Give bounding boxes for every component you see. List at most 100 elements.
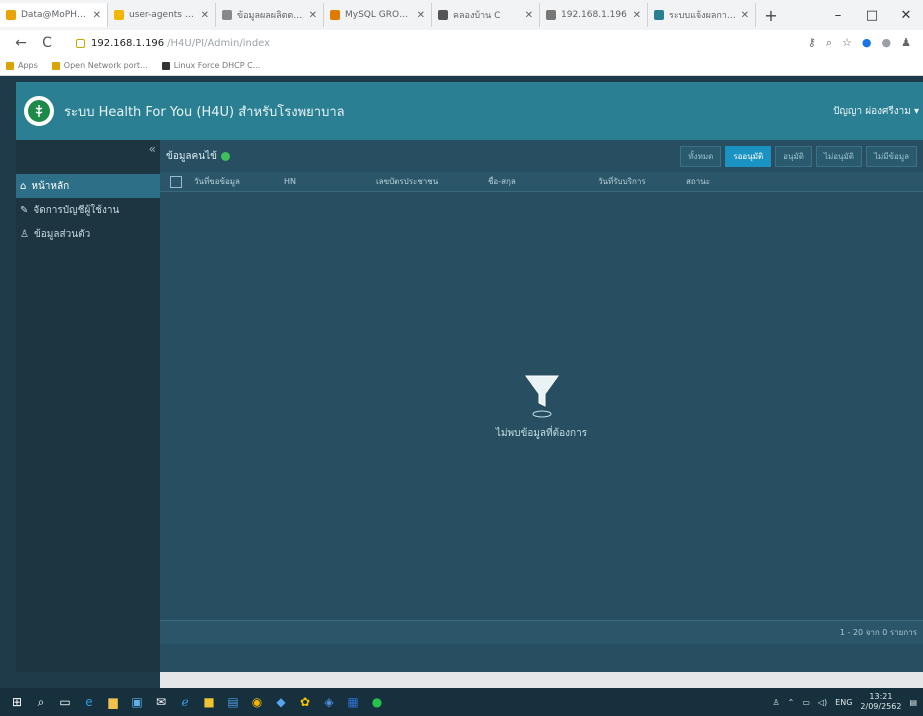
tab-close-icon[interactable]: ✕	[525, 10, 533, 21]
tab-close-icon[interactable]: ✕	[93, 10, 101, 21]
bookmarks-bar: Apps Open Network port... Linux Force DH…	[0, 56, 923, 76]
tab-title: คลองบ้าน C	[453, 11, 501, 21]
back-button[interactable]: ←	[8, 35, 34, 51]
bookmark-item[interactable]: Apps	[6, 61, 38, 70]
sidebar-menu: ⌂ หน้าหลัก ✎ จัดการบัญชีผู้ใช้งาน ♙ ข้อม…	[16, 174, 160, 246]
browser-tab[interactable]: MySQL GROUP_CO ✕	[324, 3, 432, 27]
extension-icon[interactable]: ●	[862, 36, 872, 50]
column-header[interactable]: สถานะ	[682, 175, 782, 188]
filter-rejected-button[interactable]: ไม่อนุมัติ	[815, 145, 862, 167]
tab-title: MySQL GROUP_CO	[345, 10, 413, 20]
logo-emblem	[28, 100, 50, 122]
tab-close-icon[interactable]: ✕	[309, 10, 317, 21]
empty-state: ไม่พบข้อมูลที่ต้องการ	[160, 370, 923, 441]
tab-close-icon[interactable]: ✕	[201, 10, 209, 21]
people-icon[interactable]: ♙	[772, 698, 779, 707]
column-header[interactable]: เลขบัตรประชาชน	[372, 175, 484, 188]
extension-bar: ⚷ ⌕ ☆ ● ● ♟	[808, 36, 911, 50]
sidebar-collapse-button[interactable]: «	[149, 142, 156, 156]
bookmark-label: Apps	[18, 61, 38, 70]
tab-favicon-icon	[6, 10, 16, 20]
sidebar-item-label: ข้อมูลส่วนตัว	[33, 228, 91, 240]
bookmark-item[interactable]: Linux Force DHCP C...	[161, 61, 261, 70]
app-title: ระบบ Health For You (H4U) สำหรับโรงพยาบา…	[64, 104, 345, 120]
filter-all-button[interactable]: ทั้งหมด	[680, 145, 722, 167]
store-icon[interactable]: ▣	[128, 693, 146, 711]
tab-close-icon[interactable]: ✕	[417, 10, 425, 21]
star-icon[interactable]: ☆	[842, 36, 852, 50]
extension-icon[interactable]: ●	[882, 36, 892, 50]
sidebar-item-home[interactable]: ⌂ หน้าหลัก	[16, 174, 160, 198]
sidebar-item-profile[interactable]: ♙ ข้อมูลส่วนตัว	[16, 222, 160, 246]
bookmark-label: Open Network port...	[63, 61, 148, 70]
horizontal-scrollbar[interactable]	[160, 672, 923, 688]
mail-icon[interactable]: ✉	[152, 693, 170, 711]
browser-tab-strip: Data@MoPH Front ✕ user-agents - nom ✕ ข้…	[0, 0, 923, 30]
close-window-button[interactable]: ✕	[889, 8, 923, 23]
key-icon[interactable]: ⚷	[808, 36, 816, 50]
ie-icon[interactable]: ℯ	[176, 693, 194, 711]
app-icon[interactable]: ◆	[272, 693, 290, 711]
tab-close-icon[interactable]: ✕	[741, 10, 749, 21]
column-header[interactable]: HN	[280, 177, 372, 186]
user-menu[interactable]: ปัญญา ผ่องศรีงาม ▾	[833, 104, 919, 119]
column-header[interactable]: ชื่อ-สกุล	[484, 175, 594, 188]
tab-close-icon[interactable]: ✕	[633, 10, 641, 21]
app-icon[interactable]: ▦	[344, 693, 362, 711]
minimize-button[interactable]: –	[821, 8, 855, 23]
windows-start-icon[interactable]: ⊞	[8, 693, 26, 711]
browser-tab[interactable]: ระบบแจ้งผลการเรียน ✕	[648, 3, 756, 27]
volume-icon[interactable]: ◁)	[818, 698, 827, 707]
url-input[interactable]: 192.168.1.196 /H4U/PI/Admin/index	[68, 33, 800, 53]
pagination-info: 1 - 20 จาก 0 รายการ	[839, 628, 917, 637]
maximize-button[interactable]: □	[855, 8, 889, 23]
notification-icon[interactable]: ▤	[909, 698, 917, 707]
tab-title: 192.168.1.196	[561, 10, 627, 20]
security-icon[interactable]	[76, 38, 85, 48]
tab-title: Data@MoPH Front	[21, 10, 89, 20]
column-header[interactable]: วันที่ขอข้อมูล	[190, 175, 280, 188]
bookmark-item[interactable]: Open Network port...	[51, 61, 148, 70]
tab-title: ระบบแจ้งผลการเรียน	[669, 11, 737, 21]
empty-state-text: ไม่พบข้อมูลที่ต้องการ	[495, 428, 588, 439]
reload-button[interactable]: C	[34, 35, 60, 51]
bookmark-label: Linux Force DHCP C...	[173, 61, 261, 70]
app-icon[interactable]: ✿	[296, 693, 314, 711]
file-explorer-icon[interactable]: ▆	[104, 693, 122, 711]
home-icon: ⌂	[20, 180, 27, 192]
filter-pending-button[interactable]: รออนุมัติ	[725, 145, 772, 167]
column-header[interactable]: วันที่รับบริการ	[594, 175, 682, 188]
app-icon[interactable]: ◈	[320, 693, 338, 711]
search-icon[interactable]: ⌕	[32, 693, 50, 711]
network-icon[interactable]: ▭	[802, 698, 810, 707]
page-icon	[161, 61, 170, 70]
chrome-icon[interactable]: ◉	[248, 693, 266, 711]
language-indicator[interactable]: ENG	[835, 698, 852, 707]
app-icon[interactable]: ▤	[224, 693, 242, 711]
browser-tab[interactable]: 192.168.1.196 ✕	[540, 3, 648, 27]
browser-tab[interactable]: Data@MoPH Front ✕	[0, 3, 108, 27]
chevron-up-icon[interactable]: ⌃	[788, 698, 795, 707]
browser-tab[interactable]: คลองบ้าน C ✕	[432, 3, 540, 27]
profile-avatar[interactable]: ♟	[901, 36, 911, 50]
tab-favicon-icon	[114, 10, 124, 20]
new-tab-button[interactable]: +	[760, 6, 782, 25]
filter-funnel-icon	[524, 375, 559, 418]
select-all-checkbox[interactable]	[170, 175, 182, 188]
filter-approved-button[interactable]: อนุมัติ	[775, 145, 812, 167]
clock[interactable]: 13:21 2/09/2562	[860, 692, 901, 712]
task-view-icon[interactable]: ▭	[56, 693, 74, 711]
edge-icon[interactable]: e	[80, 693, 98, 711]
zoom-icon[interactable]: ⌕	[826, 36, 832, 50]
status-indicator-icon	[220, 151, 230, 161]
data-table: วันที่ขอข้อมูล HN เลขบัตรประชาชน ชื่อ-สก…	[160, 172, 923, 192]
sidebar-item-accounts[interactable]: ✎ จัดการบัญชีผู้ใช้งาน	[16, 198, 160, 222]
browser-tab[interactable]: user-agents - nom ✕	[108, 3, 216, 27]
caduceus-icon	[35, 105, 43, 117]
app-icon[interactable]: ■	[200, 693, 218, 711]
line-icon[interactable]: ●	[368, 693, 386, 711]
filter-nodata-button[interactable]: ไม่มีข้อมูล	[865, 145, 917, 167]
browser-tab[interactable]: ข้อมูลผลผลิตตกปลา ✕	[216, 3, 324, 27]
tab-favicon-icon	[546, 10, 556, 20]
windows-taskbar: ⊞ ⌕ ▭ e ▆ ▣ ✉ ℯ ■ ▤ ◉ ◆ ✿ ◈ ▦ ● ♙ ⌃ ▭ ◁)…	[0, 688, 923, 716]
